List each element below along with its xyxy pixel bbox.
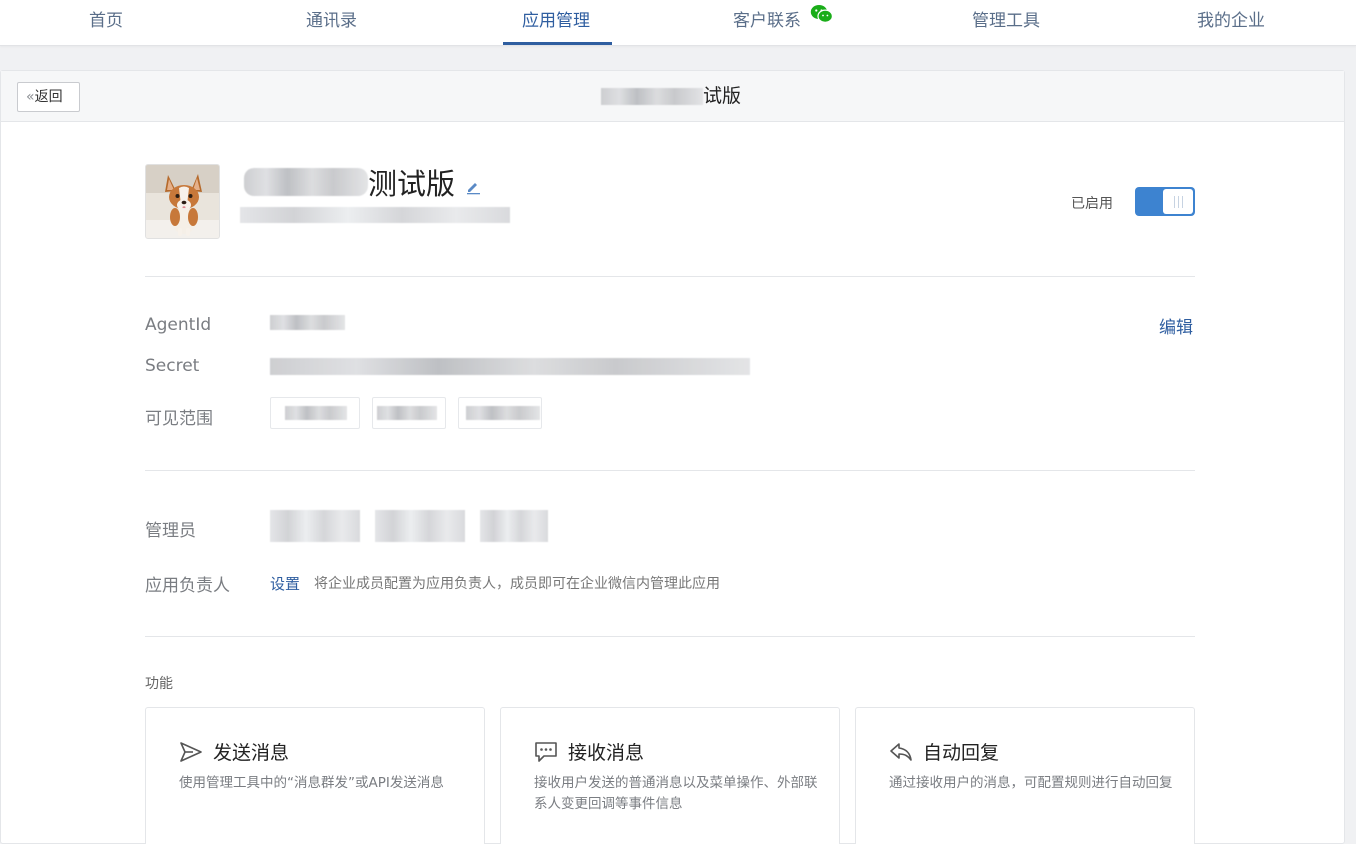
redacted-admin xyxy=(480,510,548,542)
top-navigation: 首页 通讯录 应用管理 客户联系 管理工具 我的企业 xyxy=(0,0,1356,46)
redacted-agentid xyxy=(270,315,345,330)
card-title-text: 发送消息 xyxy=(213,742,290,764)
back-button[interactable]: «返回 xyxy=(17,82,80,112)
admin-label: 管理员 xyxy=(145,521,196,541)
card-title-text: 自动回复 xyxy=(923,742,1000,764)
send-icon xyxy=(179,741,203,763)
receive-message-card[interactable]: 接收消息 接收用户发送的普通消息以及菜单操作、外部联系人变更回调等事件信息 xyxy=(500,707,840,844)
nav-item-label: 我的企业 xyxy=(1197,11,1265,31)
panel-title: 试版 xyxy=(601,83,741,109)
app-status-label: 已启用 xyxy=(1071,196,1113,212)
nav-item-management-tools[interactable]: 管理工具 xyxy=(972,0,1040,46)
visible-scope-label: 可见范围 xyxy=(145,409,213,429)
card-title: 自动回复 xyxy=(889,738,999,765)
card-description: 使用管理工具中的“消息群发”或API发送消息 xyxy=(179,775,444,791)
section-divider xyxy=(145,276,1195,277)
nav-item-home[interactable]: 首页 xyxy=(89,0,123,46)
redacted-text xyxy=(285,406,347,420)
redacted-admin xyxy=(270,510,360,542)
redacted-app-description xyxy=(240,207,510,223)
owner-hint-text: 将企业成员配置为应用负责人，成员即可在企业微信内管理此应用 xyxy=(314,576,720,592)
panel-header: «返回 试版 xyxy=(1,71,1344,122)
nav-item-customer-contact[interactable]: 客户联系 xyxy=(733,0,834,46)
nav-item-label: 首页 xyxy=(89,11,123,31)
redacted-text xyxy=(377,406,437,420)
card-description: 接收用户发送的普通消息以及菜单操作、外部联系人变更回调等事件信息 xyxy=(534,775,818,812)
reply-icon xyxy=(889,741,913,763)
section-divider xyxy=(145,470,1195,471)
scope-tag xyxy=(270,397,360,429)
back-button-label: 返回 xyxy=(34,89,63,105)
app-owner-label: 应用负责人 xyxy=(145,576,230,596)
features-section-title: 功能 xyxy=(145,676,173,692)
redacted-text xyxy=(466,406,540,420)
edit-link[interactable]: 编辑 xyxy=(1159,313,1193,338)
nav-item-label: 客户联系 xyxy=(733,11,801,31)
toggle-knob xyxy=(1163,189,1193,214)
nav-item-label: 管理工具 xyxy=(972,11,1040,31)
nav-item-label: 应用管理 xyxy=(522,11,590,31)
wechat-icon xyxy=(810,0,834,40)
card-description: 通过接收用户的消息，可配置规则进行自动回复 xyxy=(889,775,1173,791)
nav-item-app-management[interactable]: 应用管理 xyxy=(522,0,590,46)
nav-item-my-enterprise[interactable]: 我的企业 xyxy=(1197,0,1265,46)
send-message-card[interactable]: 发送消息 使用管理工具中的“消息群发”或API发送消息 xyxy=(145,707,485,844)
nav-item-label: 通讯录 xyxy=(306,11,357,31)
card-title: 接收消息 xyxy=(534,738,644,765)
app-enable-toggle[interactable] xyxy=(1135,187,1195,216)
redacted-secret xyxy=(270,358,750,375)
panel-title-suffix: 试版 xyxy=(703,85,742,107)
pencil-icon[interactable] xyxy=(465,168,481,202)
set-owner-link[interactable]: 设置 xyxy=(270,573,300,594)
redacted-text xyxy=(601,87,703,105)
auto-reply-card[interactable]: 自动回复 通过接收用户的消息，可配置规则进行自动回复 xyxy=(855,707,1195,844)
card-title: 发送消息 xyxy=(179,738,289,765)
secret-label: Secret xyxy=(145,356,200,376)
app-name: 测试版 xyxy=(244,162,481,202)
section-divider xyxy=(145,636,1195,637)
chat-bubble-icon xyxy=(534,741,558,763)
active-tab-indicator xyxy=(503,42,612,45)
double-chevron-left-icon: « xyxy=(26,89,34,105)
agentid-label: AgentId xyxy=(145,315,212,335)
app-name-suffix: 测试版 xyxy=(368,167,456,201)
nav-item-contacts[interactable]: 通讯录 xyxy=(306,0,357,46)
card-title-text: 接收消息 xyxy=(568,742,645,764)
scope-tag xyxy=(372,397,446,429)
redacted-admin xyxy=(375,510,465,542)
redacted-text xyxy=(244,168,368,196)
scope-tag xyxy=(458,397,542,429)
app-avatar[interactable] xyxy=(145,164,220,239)
